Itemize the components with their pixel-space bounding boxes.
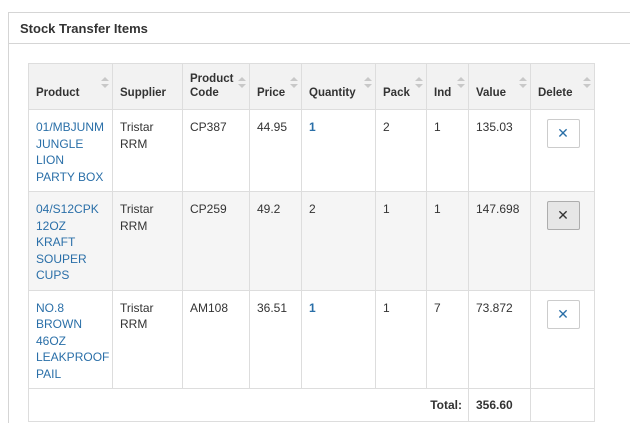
sort-icon	[457, 77, 465, 91]
pack-cell: 1	[375, 191, 427, 291]
column-header-label: Delete	[538, 87, 573, 99]
column-header-product-code[interactable]: Product Code	[182, 63, 250, 110]
total-label: Total:	[28, 388, 469, 422]
product-code-cell: AM108	[182, 289, 250, 389]
value-cell: 135.03	[468, 109, 531, 192]
supplier-cell: Tristar RRM	[112, 109, 183, 192]
table-row: 04/S12CPK 12OZ KRAFT SOUPER CUPS Tristar…	[28, 191, 595, 291]
column-header-product[interactable]: Product	[28, 63, 113, 110]
column-header-label: Supplier	[120, 87, 167, 99]
ind-cell: 1	[426, 191, 469, 291]
total-row: Total: 356.60	[28, 388, 595, 422]
table-header-row: Product Supplier Product Code Price Quan…	[28, 63, 595, 110]
close-icon: ✕	[557, 125, 569, 141]
quantity-cell: 1	[301, 289, 376, 389]
sort-icon	[364, 77, 372, 91]
column-header-label: Price	[257, 87, 286, 99]
quantity-link[interactable]: 1	[309, 120, 316, 134]
sort-icon	[519, 77, 527, 91]
column-header-label: Quantity	[309, 87, 356, 99]
product-cell: 04/S12CPK 12OZ KRAFT SOUPER CUPS	[28, 191, 113, 291]
price-cell: 49.2	[249, 191, 302, 291]
column-header-value[interactable]: Value	[468, 63, 531, 110]
column-header-label: Ind	[434, 87, 452, 99]
price-cell: 44.95	[249, 109, 302, 192]
column-header-delete[interactable]: Delete	[530, 63, 595, 110]
value-cell: 73.872	[468, 289, 531, 389]
close-icon: ✕	[557, 305, 569, 322]
pack-cell: 2	[375, 109, 427, 192]
sort-icon	[238, 77, 246, 91]
product-cell: 01/MBJUNM JUNGLE LION PARTY BOX	[28, 109, 113, 192]
column-header-label: Value	[476, 87, 507, 99]
column-header-quantity[interactable]: Quantity	[301, 63, 376, 110]
quantity-link[interactable]: 1	[309, 301, 316, 315]
product-code-cell: CP259	[182, 191, 250, 291]
delete-button[interactable]: ✕	[546, 201, 580, 230]
column-header-pack[interactable]: Pack	[375, 63, 427, 110]
panel-title: Stock Transfer Items	[9, 13, 630, 44]
stock-transfer-panel: Stock Transfer Items Product Supplier Pr…	[8, 12, 630, 423]
column-header-ind[interactable]: Ind	[426, 63, 469, 110]
column-header-label: Product Code	[190, 73, 234, 99]
delete-cell: ✕	[530, 109, 595, 192]
supplier-cell: Tristar RRM	[112, 289, 183, 389]
column-header-price[interactable]: Price	[249, 63, 302, 110]
total-empty-cell	[530, 388, 595, 422]
product-link[interactable]: 04/S12CPK 12OZ KRAFT SOUPER CUPS	[36, 202, 99, 282]
product-link[interactable]: NO.8 BROWN 46OZ LEAKPROOF PAIL	[36, 301, 109, 381]
delete-button[interactable]: ✕	[546, 119, 580, 148]
stock-transfer-items-table: Product Supplier Product Code Price Quan…	[28, 63, 595, 422]
product-cell: NO.8 BROWN 46OZ LEAKPROOF PAIL	[28, 289, 113, 389]
quantity-cell: 1	[301, 109, 376, 192]
supplier-cell: Tristar RRM	[112, 191, 183, 291]
sort-icon	[101, 77, 109, 91]
sort-icon	[415, 77, 423, 91]
table-row: NO.8 BROWN 46OZ LEAKPROOF PAIL Tristar R…	[28, 289, 595, 389]
delete-button[interactable]: ✕	[546, 299, 580, 329]
quantity-cell: 2	[301, 191, 376, 291]
pack-cell: 1	[375, 289, 427, 389]
price-cell: 36.51	[249, 289, 302, 389]
close-icon: ✕	[557, 207, 569, 223]
delete-cell: ✕	[530, 191, 595, 291]
ind-cell: 1	[426, 109, 469, 192]
column-header-label: Pack	[383, 87, 410, 99]
product-link[interactable]: 01/MBJUNM JUNGLE LION PARTY BOX	[36, 120, 104, 184]
column-header-label: Product	[36, 87, 80, 99]
quantity-value[interactable]: 2	[309, 202, 316, 216]
table-row: 01/MBJUNM JUNGLE LION PARTY BOX Tristar …	[28, 109, 595, 192]
delete-cell: ✕	[530, 289, 595, 389]
sort-icon	[583, 77, 591, 91]
total-value: 356.60	[468, 388, 531, 422]
column-header-supplier[interactable]: Supplier	[112, 63, 183, 110]
value-cell: 147.698	[468, 191, 531, 291]
ind-cell: 7	[426, 289, 469, 389]
sort-icon	[290, 77, 298, 91]
stock-transfer-table-wrap: Product Supplier Product Code Price Quan…	[28, 63, 595, 422]
product-code-cell: CP387	[182, 109, 250, 192]
